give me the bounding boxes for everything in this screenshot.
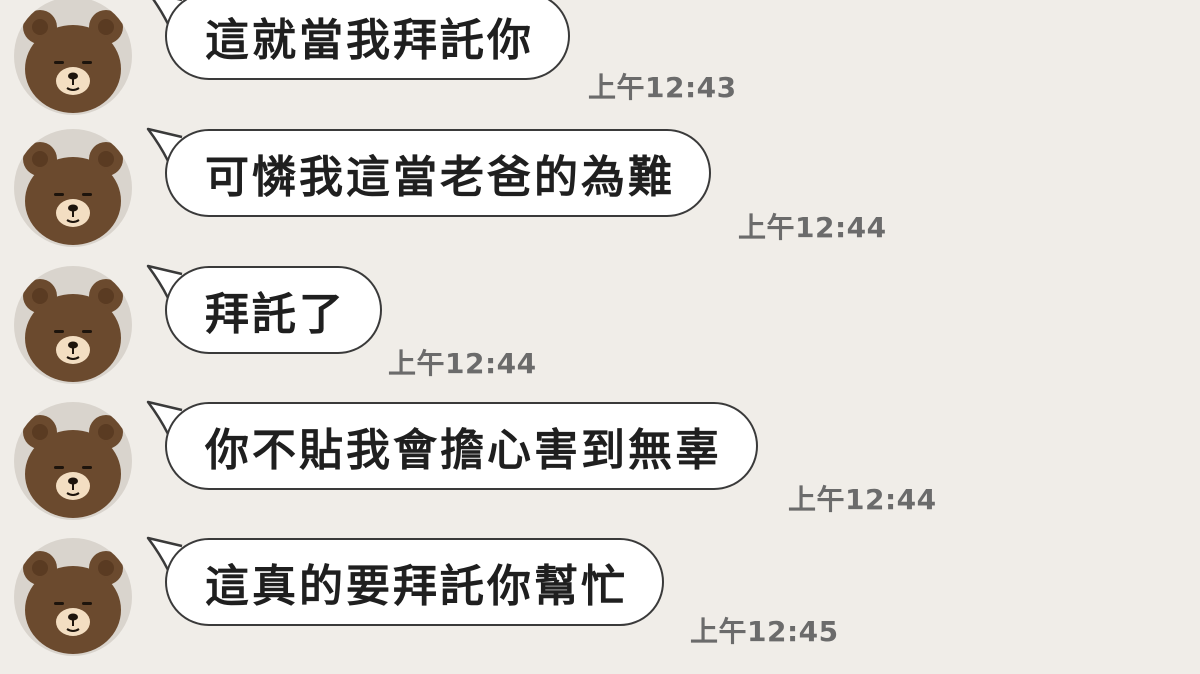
message-text: 你不貼我會擔心害到無辜 [205,425,722,476]
avatar[interactable] [14,266,132,384]
message-text: 這真的要拜託你幫忙 [205,561,628,612]
message-text: 可憐我這當老爸的為難 [205,152,675,203]
message-bubble[interactable]: 拜託了 [165,266,382,354]
message-time: 上午12:44 [788,483,937,516]
message-row: 這就當我拜託你 上午12:43 [0,0,1200,128]
message-text: 拜託了 [205,289,346,340]
avatar[interactable] [14,0,132,115]
avatar[interactable] [14,538,132,656]
brown-bear-icon [23,415,123,518]
message-bubble[interactable]: 你不貼我會擔心害到無辜 [165,402,758,490]
message-text: 這就當我拜託你 [205,15,534,66]
brown-bear-icon [23,279,123,382]
message-row: 你不貼我會擔心害到無辜 上午12:44 [0,400,1200,538]
brown-bear-icon [23,142,123,245]
message-time: 上午12:45 [690,615,839,648]
message-bubble[interactable]: 這就當我拜託你 [165,0,570,80]
message-bubble[interactable]: 可憐我這當老爸的為難 [165,129,711,217]
message-row: 可憐我這當老爸的為難 上午12:44 [0,127,1200,265]
message-bubble[interactable]: 這真的要拜託你幫忙 [165,538,664,626]
message-time: 上午12:43 [588,71,737,104]
message-time: 上午12:44 [738,211,887,244]
message-row: 拜託了 上午12:44 [0,264,1200,402]
avatar[interactable] [14,129,132,247]
message-time: 上午12:44 [388,347,537,380]
brown-bear-icon [23,551,123,654]
avatar[interactable] [14,402,132,520]
chat-message-list[interactable]: 這就當我拜託你 上午12:43 可憐我這當老爸的為難 上午12:44 拜託了 上… [0,0,1200,656]
message-row: 這真的要拜託你幫忙 上午12:45 [0,536,1200,674]
brown-bear-icon [23,10,123,113]
